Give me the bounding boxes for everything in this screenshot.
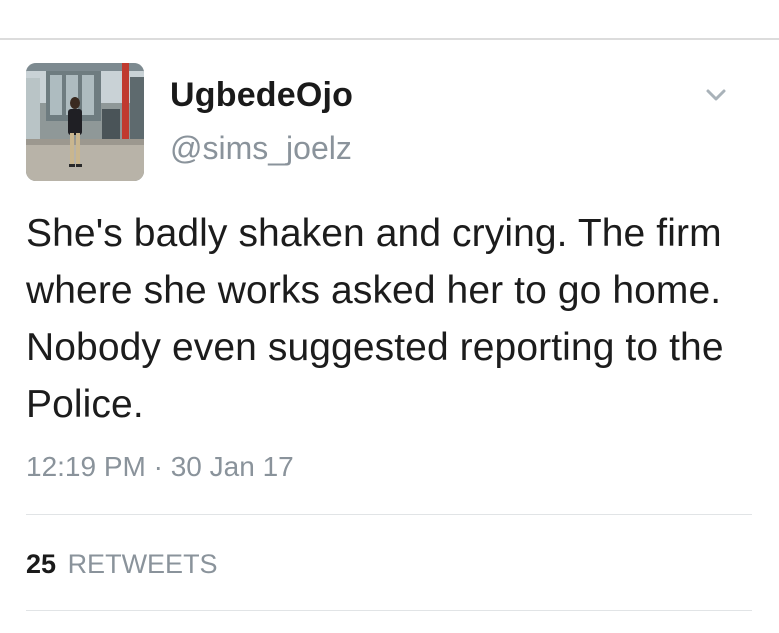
retweet-label: RETWEETS bbox=[67, 549, 218, 579]
tweet-detail-screen: UgbedeOjo @sims_joelz She's badly shaken… bbox=[0, 0, 779, 633]
tweet-text: She's badly shaken and crying. The firm … bbox=[26, 212, 724, 426]
retweet-count: 25 bbox=[26, 549, 57, 579]
retweets-stat[interactable]: 25 RETWEETS bbox=[26, 549, 218, 580]
avatar-photo bbox=[26, 63, 144, 181]
chevron-down-icon[interactable] bbox=[700, 84, 732, 108]
divider-top bbox=[26, 514, 752, 515]
display-name[interactable]: UgbedeOjo bbox=[170, 76, 353, 115]
chevron-down-icon-graphic bbox=[706, 89, 726, 101]
top-bar bbox=[0, 0, 779, 40]
avatar[interactable] bbox=[26, 63, 144, 181]
tweet-timestamp: 12:19 PM · 30 Jan 17 bbox=[26, 451, 294, 482]
divider-bottom bbox=[26, 610, 752, 611]
user-handle[interactable]: @sims_joelz bbox=[170, 130, 352, 167]
